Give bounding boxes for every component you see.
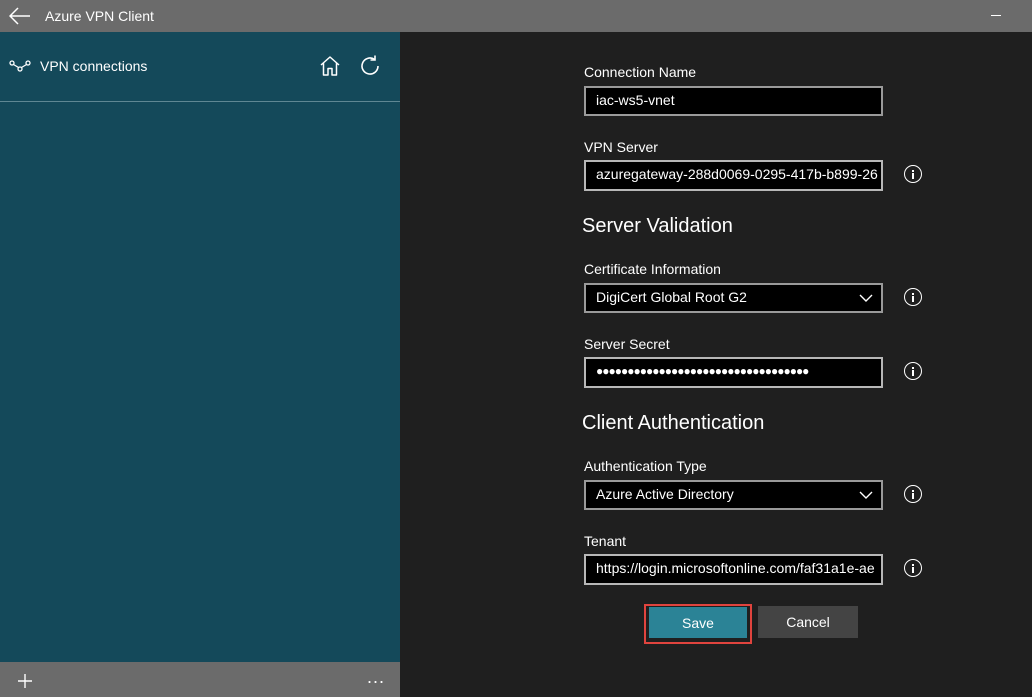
save-button[interactable]: Save bbox=[649, 607, 747, 638]
authentication-type-value: Azure Active Directory bbox=[596, 486, 734, 502]
server-secret-info-icon[interactable] bbox=[904, 362, 922, 380]
tenant-field[interactable]: https://login.microsoftonline.com/faf31a… bbox=[584, 554, 883, 585]
certificate-information-value: DigiCert Global Root G2 bbox=[596, 289, 747, 305]
sidebar-title: VPN connections bbox=[40, 58, 148, 74]
more-options-button[interactable]: ... bbox=[362, 668, 390, 690]
chevron-down-icon bbox=[859, 294, 873, 302]
authentication-type-label: Authentication Type bbox=[584, 458, 707, 474]
authentication-type-select[interactable]: Azure Active Directory bbox=[584, 480, 883, 510]
certificate-information-label: Certificate Information bbox=[584, 261, 721, 277]
add-connection-button[interactable] bbox=[14, 670, 36, 692]
sidebar-header: VPN connections bbox=[0, 32, 400, 102]
minimize-button[interactable] bbox=[988, 8, 1004, 22]
cancel-button[interactable]: Cancel bbox=[758, 606, 858, 638]
chevron-down-icon bbox=[859, 491, 873, 499]
vpn-icon bbox=[9, 60, 31, 72]
back-button[interactable] bbox=[0, 0, 40, 32]
connection-name-label: Connection Name bbox=[584, 64, 697, 80]
title-bar: Azure VPN Client bbox=[0, 0, 1032, 32]
home-icon bbox=[320, 56, 340, 76]
vpn-connections-header: VPN connections bbox=[9, 58, 147, 74]
add-icon bbox=[18, 674, 32, 688]
vpn-server-field[interactable]: azuregateway-288d0069-0295-417b-b899-26 bbox=[584, 160, 883, 191]
sidebar: VPN connections ... bbox=[0, 32, 400, 697]
server-validation-heading: Server Validation bbox=[582, 215, 733, 237]
vpn-server-info-icon[interactable] bbox=[904, 165, 922, 183]
refresh-icon bbox=[361, 55, 379, 75]
refresh-button[interactable] bbox=[358, 54, 382, 78]
minimize-icon bbox=[991, 14, 1001, 16]
vpn-server-label: VPN Server bbox=[584, 139, 658, 155]
more-icon: ... bbox=[366, 667, 385, 687]
authentication-type-info-icon[interactable] bbox=[904, 485, 922, 503]
home-button[interactable] bbox=[318, 54, 342, 78]
server-secret-field[interactable]: ●●●●●●●●●●●●●●●●●●●●●●●●●●●●●●●●●● bbox=[584, 357, 883, 388]
connection-name-field[interactable]: iac-ws5-vnet bbox=[584, 86, 883, 116]
certificate-info-icon[interactable] bbox=[904, 288, 922, 306]
client-authentication-heading: Client Authentication bbox=[582, 412, 765, 434]
server-secret-label: Server Secret bbox=[584, 336, 670, 352]
app-title: Azure VPN Client bbox=[45, 8, 154, 24]
tenant-info-icon[interactable] bbox=[904, 559, 922, 577]
certificate-information-select[interactable]: DigiCert Global Root G2 bbox=[584, 283, 883, 313]
tenant-label: Tenant bbox=[584, 533, 627, 549]
sidebar-footer: ... bbox=[0, 662, 400, 697]
back-arrow-icon bbox=[9, 7, 30, 25]
